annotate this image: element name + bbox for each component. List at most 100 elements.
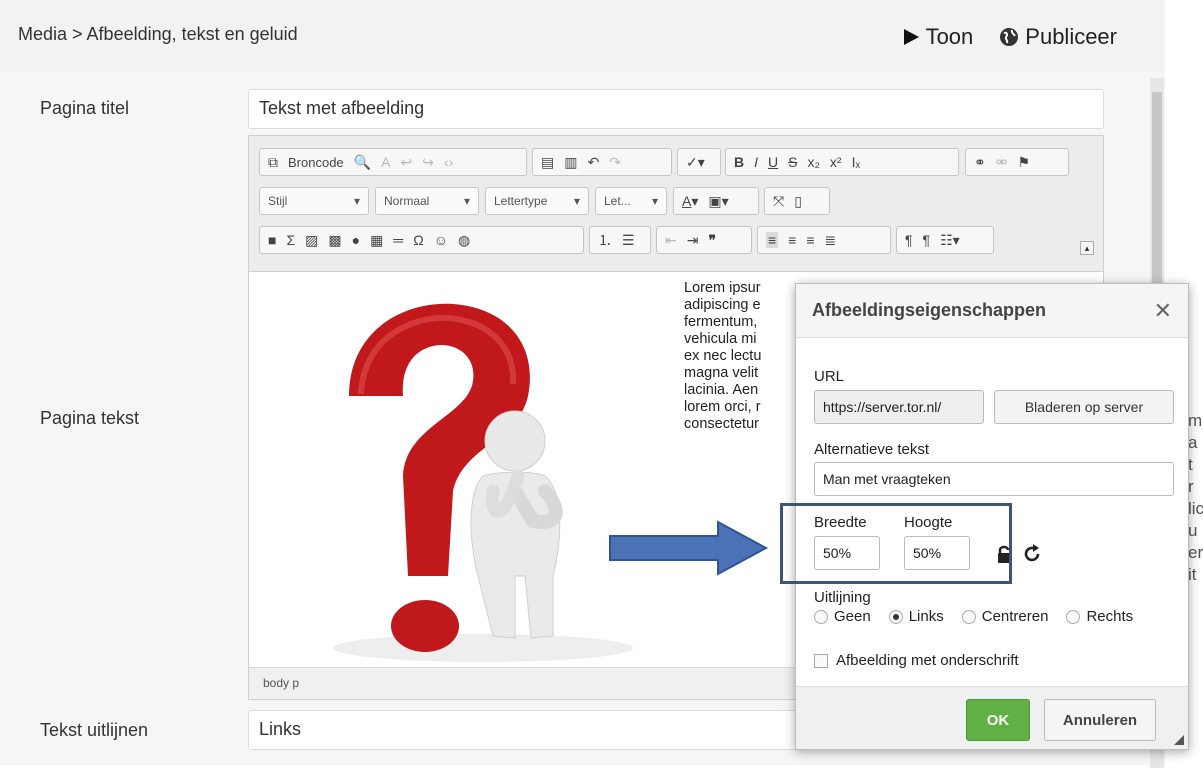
radio-dot: [961, 609, 976, 624]
chevron-down-icon: ▾: [463, 194, 470, 208]
radio-geen[interactable]: Geen: [814, 608, 871, 625]
toolbar-group-indent: ⇤ ⇥ ❞: [656, 226, 752, 254]
toolbar-group-view: ⤧ ▯: [764, 187, 830, 215]
radio-label: Geen: [834, 608, 871, 625]
url-input[interactable]: https://server.tor.nl/: [814, 390, 984, 424]
smiley-icon[interactable]: ☺: [434, 232, 448, 248]
bullet-list-icon[interactable]: ☰: [622, 232, 635, 249]
page-title-input[interactable]: Tekst met afbeelding: [248, 89, 1104, 129]
outdent-icon[interactable]: ⇤: [665, 232, 677, 249]
caption-checkbox-row[interactable]: Afbeelding met onderschrift: [814, 652, 1019, 669]
background-fragment: lic: [1188, 499, 1203, 518]
browse-server-button[interactable]: Bladeren op server: [994, 390, 1174, 424]
arrow-annotation-icon: [609, 520, 769, 576]
horizontal-line-icon[interactable]: ═: [393, 232, 403, 248]
cancel-button[interactable]: Annuleren: [1044, 699, 1156, 741]
numbered-list-icon[interactable]: ⒈: [598, 230, 612, 250]
rtl-icon[interactable]: ¶: [923, 232, 931, 248]
close-icon[interactable]: ✕: [1154, 298, 1172, 324]
radio-label: Rechts: [1086, 608, 1134, 625]
redo-link-icon[interactable]: ↪: [422, 154, 434, 171]
radio-centreren[interactable]: Centreren: [961, 608, 1048, 625]
show-blocks-icon[interactable]: ▯: [794, 193, 802, 210]
align-justify-icon[interactable]: ≣: [825, 232, 837, 249]
omega-icon[interactable]: Ω: [413, 232, 423, 248]
align-left-icon[interactable]: ≡: [766, 232, 779, 248]
flash-icon[interactable]: ●: [352, 232, 360, 248]
background-text-fragments: m a t r lic u er it: [1188, 410, 1203, 586]
image-icon[interactable]: ■: [268, 232, 276, 248]
table-icon[interactable]: ▦: [370, 232, 383, 249]
spellcheck-icon[interactable]: ✓▾: [686, 154, 705, 171]
find-icon[interactable]: 🔍: [354, 154, 371, 171]
play-icon: [903, 29, 919, 45]
link-icon[interactable]: ⚭: [974, 154, 986, 171]
toolbar-group-links: ⚭ ⚮ ⚑: [965, 148, 1069, 176]
font-dropdown-label: Lettertype: [494, 194, 548, 208]
format-dropdown[interactable]: Normaal ▾: [375, 187, 479, 215]
toolbar-group-colors: A▾ ▣▾: [673, 187, 759, 215]
undo-link-icon[interactable]: ↩: [400, 154, 412, 171]
toolbar-group-spell: ✓▾: [677, 148, 721, 176]
radio-label: Links: [908, 608, 944, 625]
paste-word-icon[interactable]: ▥: [564, 154, 577, 171]
align-right-icon[interactable]: ≡: [806, 232, 814, 248]
globe-icon[interactable]: ◍: [458, 232, 470, 249]
question-man-image[interactable]: [253, 276, 663, 664]
alt-text-input[interactable]: Man met vraagteken: [814, 462, 1174, 496]
picture-icon[interactable]: ▨: [305, 232, 318, 249]
subscript-icon[interactable]: x₂: [807, 154, 819, 170]
bg-color-icon[interactable]: ▣▾: [708, 193, 728, 210]
italic-icon[interactable]: I: [754, 154, 758, 170]
publiceer-button[interactable]: Publiceer: [999, 24, 1117, 50]
ltr-icon[interactable]: ¶: [905, 232, 913, 248]
toon-label: Toon: [925, 24, 974, 49]
radio-links[interactable]: Links: [888, 608, 944, 625]
top-actions: Toon Publiceer: [902, 24, 1117, 50]
code-icon[interactable]: ‹›: [444, 154, 453, 170]
url-label: URL: [814, 368, 845, 385]
collapse-toolbar-button[interactable]: ▴: [1080, 241, 1094, 255]
language-icon[interactable]: ☷▾: [940, 232, 960, 249]
underline-icon[interactable]: U: [768, 154, 778, 170]
text-color-icon[interactable]: A▾: [682, 193, 698, 210]
dialog-footer: OK Annuleren: [796, 686, 1188, 749]
blockquote-icon[interactable]: ❞: [708, 232, 716, 249]
remove-format-icon[interactable]: Iₓ: [852, 154, 860, 170]
alignment-label: Uitlijning: [814, 589, 871, 606]
unlink-icon[interactable]: ⚮: [996, 154, 1008, 171]
breadcrumb: Media > Afbeelding, tekst en geluid: [18, 24, 298, 44]
radio-rechts[interactable]: Rechts: [1066, 608, 1133, 625]
format-dropdown-label: Normaal: [384, 194, 430, 208]
undo-icon[interactable]: ↶: [587, 154, 599, 171]
page-title-label: Pagina titel: [40, 98, 130, 118]
source-icon[interactable]: ⧉: [268, 154, 278, 171]
paste-text-icon[interactable]: ▤: [541, 154, 554, 171]
ok-button[interactable]: OK: [966, 699, 1030, 741]
align-center-icon[interactable]: ≡: [788, 232, 796, 248]
broncode-button[interactable]: Broncode: [288, 155, 344, 170]
replace-icon[interactable]: A: [381, 154, 390, 170]
anchor-icon[interactable]: ⚑: [1017, 154, 1030, 171]
reset-size-icon[interactable]: [1024, 544, 1042, 564]
sum-icon[interactable]: Σ: [286, 232, 295, 248]
maximize-icon[interactable]: ⤧: [773, 193, 784, 210]
radio-dot: [1066, 609, 1081, 624]
font-dropdown[interactable]: Lettertype ▾: [485, 187, 589, 215]
chevron-down-icon: ▾: [573, 194, 580, 208]
align-select[interactable]: Links: [248, 710, 808, 750]
indent-icon[interactable]: ⇥: [687, 232, 699, 249]
gallery-icon[interactable]: ▩: [328, 232, 341, 249]
publiceer-label: Publiceer: [1025, 24, 1117, 49]
bold-icon[interactable]: B: [734, 154, 744, 170]
strike-icon[interactable]: S: [788, 154, 797, 170]
globe-icon: [1000, 28, 1019, 46]
toon-button[interactable]: Toon: [902, 24, 974, 50]
caption-checkbox[interactable]: [814, 653, 828, 668]
resize-handle[interactable]: [1174, 735, 1184, 745]
redo-icon[interactable]: ↷: [609, 154, 621, 171]
superscript-icon[interactable]: x²: [830, 154, 842, 170]
fontsize-dropdown-label: Let...: [604, 194, 631, 208]
fontsize-dropdown[interactable]: Let... ▾: [595, 187, 667, 215]
style-dropdown[interactable]: Stijl ▾: [259, 187, 369, 215]
